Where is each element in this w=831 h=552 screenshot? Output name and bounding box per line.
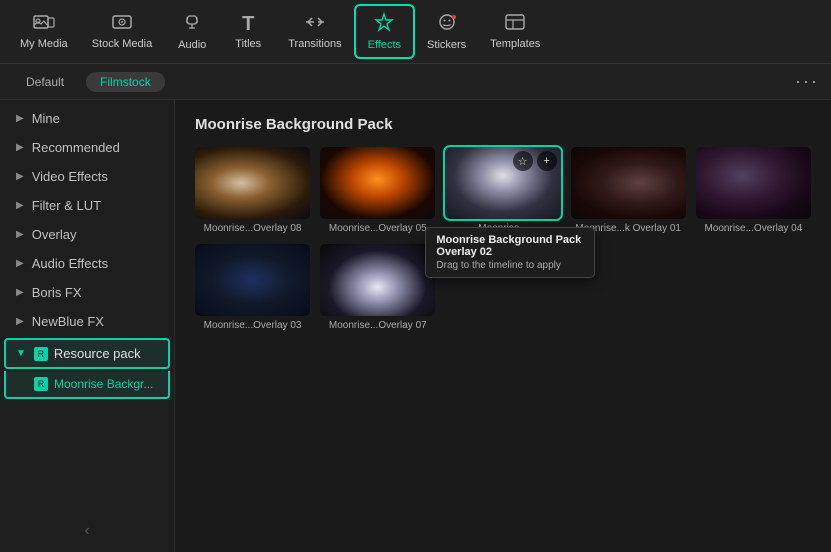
card-overlay07[interactable]: Moonrise...Overlay 07 [320, 244, 435, 331]
card-overlay02[interactable]: ☆ + Moonrise... Moonrise Background Pack… [445, 147, 560, 234]
templates-icon [504, 13, 526, 34]
card-label-overlay08: Moonrise...Overlay 08 [195, 223, 310, 234]
nav-stickers-label: Stickers [427, 39, 466, 51]
audio-icon [182, 12, 202, 35]
stock-media-icon [111, 13, 133, 34]
sidebar-sub-moonrise[interactable]: R Moonrise Backgr... [4, 371, 170, 399]
nav-templates[interactable]: Templates [478, 7, 552, 56]
nav-effects[interactable]: Effects [354, 4, 415, 59]
card-overlay-buttons: ☆ + [513, 151, 557, 171]
sidebar-overlay-label: Overlay [32, 227, 77, 242]
stickers-icon [436, 12, 458, 35]
main-layout: ▶ Mine ▶ Recommended ▶ Video Effects ▶ F… [0, 100, 831, 552]
filter-bar: Default Filmstock ··· [0, 64, 831, 100]
transitions-icon [304, 13, 326, 34]
content-area: Moonrise Background Pack Moonrise...Over… [175, 100, 831, 552]
add-btn[interactable]: + [537, 151, 557, 171]
titles-icon: T [242, 14, 254, 34]
nav-audio-label: Audio [178, 39, 206, 51]
nav-transitions-label: Transitions [288, 38, 341, 50]
nav-audio[interactable]: Audio [164, 6, 220, 57]
chevron-resource-pack-icon: ▼ [16, 348, 26, 359]
sidebar-item-overlay[interactable]: ▶ Overlay [0, 220, 174, 249]
effects-grid: Moonrise...Overlay 08 Moonrise...Overlay… [195, 147, 811, 331]
nav-my-media[interactable]: My Media [8, 7, 80, 56]
top-nav: My Media Stock Media Audio T Titles [0, 0, 831, 64]
sidebar-recommended-label: Recommended [32, 140, 120, 155]
sidebar-item-recommended[interactable]: ▶ Recommended [0, 133, 174, 162]
card-label-overlay05: Moonrise...Overlay 05 [320, 223, 435, 234]
card-overlay04[interactable]: Moonrise...Overlay 04 [696, 147, 811, 234]
filter-filmstock[interactable]: Filmstock [86, 72, 165, 92]
sidebar-mine-label: Mine [32, 111, 60, 126]
nav-titles-label: Titles [235, 38, 261, 50]
card-thumb-overlay04 [696, 147, 811, 219]
card-label-overlay02: Moonrise... [445, 223, 560, 234]
nav-effects-label: Effects [368, 39, 401, 51]
card-thumb-overlay08 [195, 147, 310, 219]
sidebar-item-audio-effects[interactable]: ▶ Audio Effects [0, 249, 174, 278]
sidebar-collapse-btn[interactable]: ‹ [84, 522, 89, 540]
card-thumb-overlayk01 [571, 147, 686, 219]
effects-icon [373, 12, 395, 35]
favorite-btn[interactable]: ☆ [513, 151, 533, 171]
sidebar-filter-lut-label: Filter & LUT [32, 198, 101, 213]
sidebar-item-boris-fx[interactable]: ▶ Boris FX [0, 278, 174, 307]
sidebar-video-effects-label: Video Effects [32, 169, 108, 184]
card-label-overlay04: Moonrise...Overlay 04 [696, 223, 811, 234]
card-thumb-overlay05 [320, 147, 435, 219]
card-overlayk01[interactable]: Moonrise...k Overlay 01 [571, 147, 686, 234]
tooltip-title: Moonrise Background Pack Overlay 02 [436, 234, 584, 258]
sidebar-newblue-fx-label: NewBlue FX [32, 314, 104, 329]
chevron-mine-icon: ▶ [16, 113, 24, 124]
nav-templates-label: Templates [490, 38, 540, 50]
resource-pack-icon: R [34, 347, 48, 361]
sidebar-item-mine[interactable]: ▶ Mine [0, 104, 174, 133]
card-overlay08[interactable]: Moonrise...Overlay 08 [195, 147, 310, 234]
sidebar-item-filter-lut[interactable]: ▶ Filter & LUT [0, 191, 174, 220]
sidebar-resource-pack-label: Resource pack [54, 346, 141, 361]
chevron-recommended-icon: ▶ [16, 142, 24, 153]
chevron-video-effects-icon: ▶ [16, 171, 24, 182]
sidebar-item-video-effects[interactable]: ▶ Video Effects [0, 162, 174, 191]
my-media-icon [33, 13, 55, 34]
nav-my-media-label: My Media [20, 38, 68, 50]
tooltip-subtitle: Drag to the timeline to apply [436, 260, 584, 271]
sidebar-audio-effects-label: Audio Effects [32, 256, 108, 271]
sidebar-item-newblue-fx[interactable]: ▶ NewBlue FX [0, 307, 174, 336]
more-options-icon[interactable]: ··· [795, 71, 819, 92]
nav-stock-media-label: Stock Media [92, 38, 153, 50]
chevron-audio-effects-icon: ▶ [16, 258, 24, 269]
nav-transitions[interactable]: Transitions [276, 7, 353, 56]
collapse-icon: ‹ [84, 522, 89, 539]
card-tooltip: Moonrise Background Pack Overlay 02 Drag… [425, 227, 595, 278]
card-label-overlay07: Moonrise...Overlay 07 [320, 320, 435, 331]
card-overlay05[interactable]: Moonrise...Overlay 05 [320, 147, 435, 234]
content-title: Moonrise Background Pack [195, 116, 811, 133]
filter-default[interactable]: Default [12, 72, 78, 92]
sidebar-moonrise-label: Moonrise Backgr... [54, 377, 153, 391]
card-label-overlay03: Moonrise...Overlay 03 [195, 320, 310, 331]
nav-titles[interactable]: T Titles [220, 8, 276, 56]
sidebar-item-resource-pack[interactable]: ▼ R Resource pack [4, 338, 170, 369]
card-thumb-overlay07 [320, 244, 435, 316]
card-thumb-overlay03 [195, 244, 310, 316]
chevron-filter-lut-icon: ▶ [16, 200, 24, 211]
card-thumb-overlay02: ☆ + [445, 147, 560, 219]
card-overlay03[interactable]: Moonrise...Overlay 03 [195, 244, 310, 331]
sidebar: ▶ Mine ▶ Recommended ▶ Video Effects ▶ F… [0, 100, 175, 552]
chevron-newblue-fx-icon: ▶ [16, 316, 24, 327]
chevron-boris-fx-icon: ▶ [16, 287, 24, 298]
nav-stickers[interactable]: Stickers [415, 6, 478, 57]
nav-stock-media[interactable]: Stock Media [80, 7, 165, 56]
moonrise-sub-icon: R [34, 377, 48, 391]
sidebar-boris-fx-label: Boris FX [32, 285, 82, 300]
card-label-overlayk01: Moonrise...k Overlay 01 [571, 223, 686, 234]
chevron-overlay-icon: ▶ [16, 229, 24, 240]
